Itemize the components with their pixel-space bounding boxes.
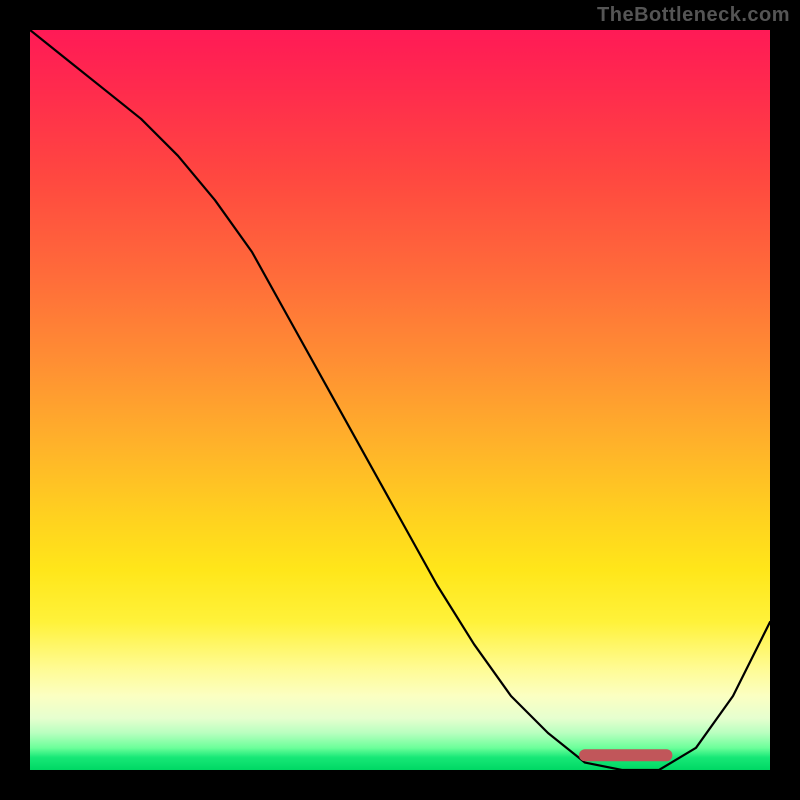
watermark-text: TheBottleneck.com: [597, 4, 790, 27]
bottleneck-curve: [30, 30, 770, 770]
plot-area: [30, 30, 770, 770]
curve-overlay: [30, 30, 770, 770]
chart-container: TheBottleneck.com: [0, 0, 800, 800]
